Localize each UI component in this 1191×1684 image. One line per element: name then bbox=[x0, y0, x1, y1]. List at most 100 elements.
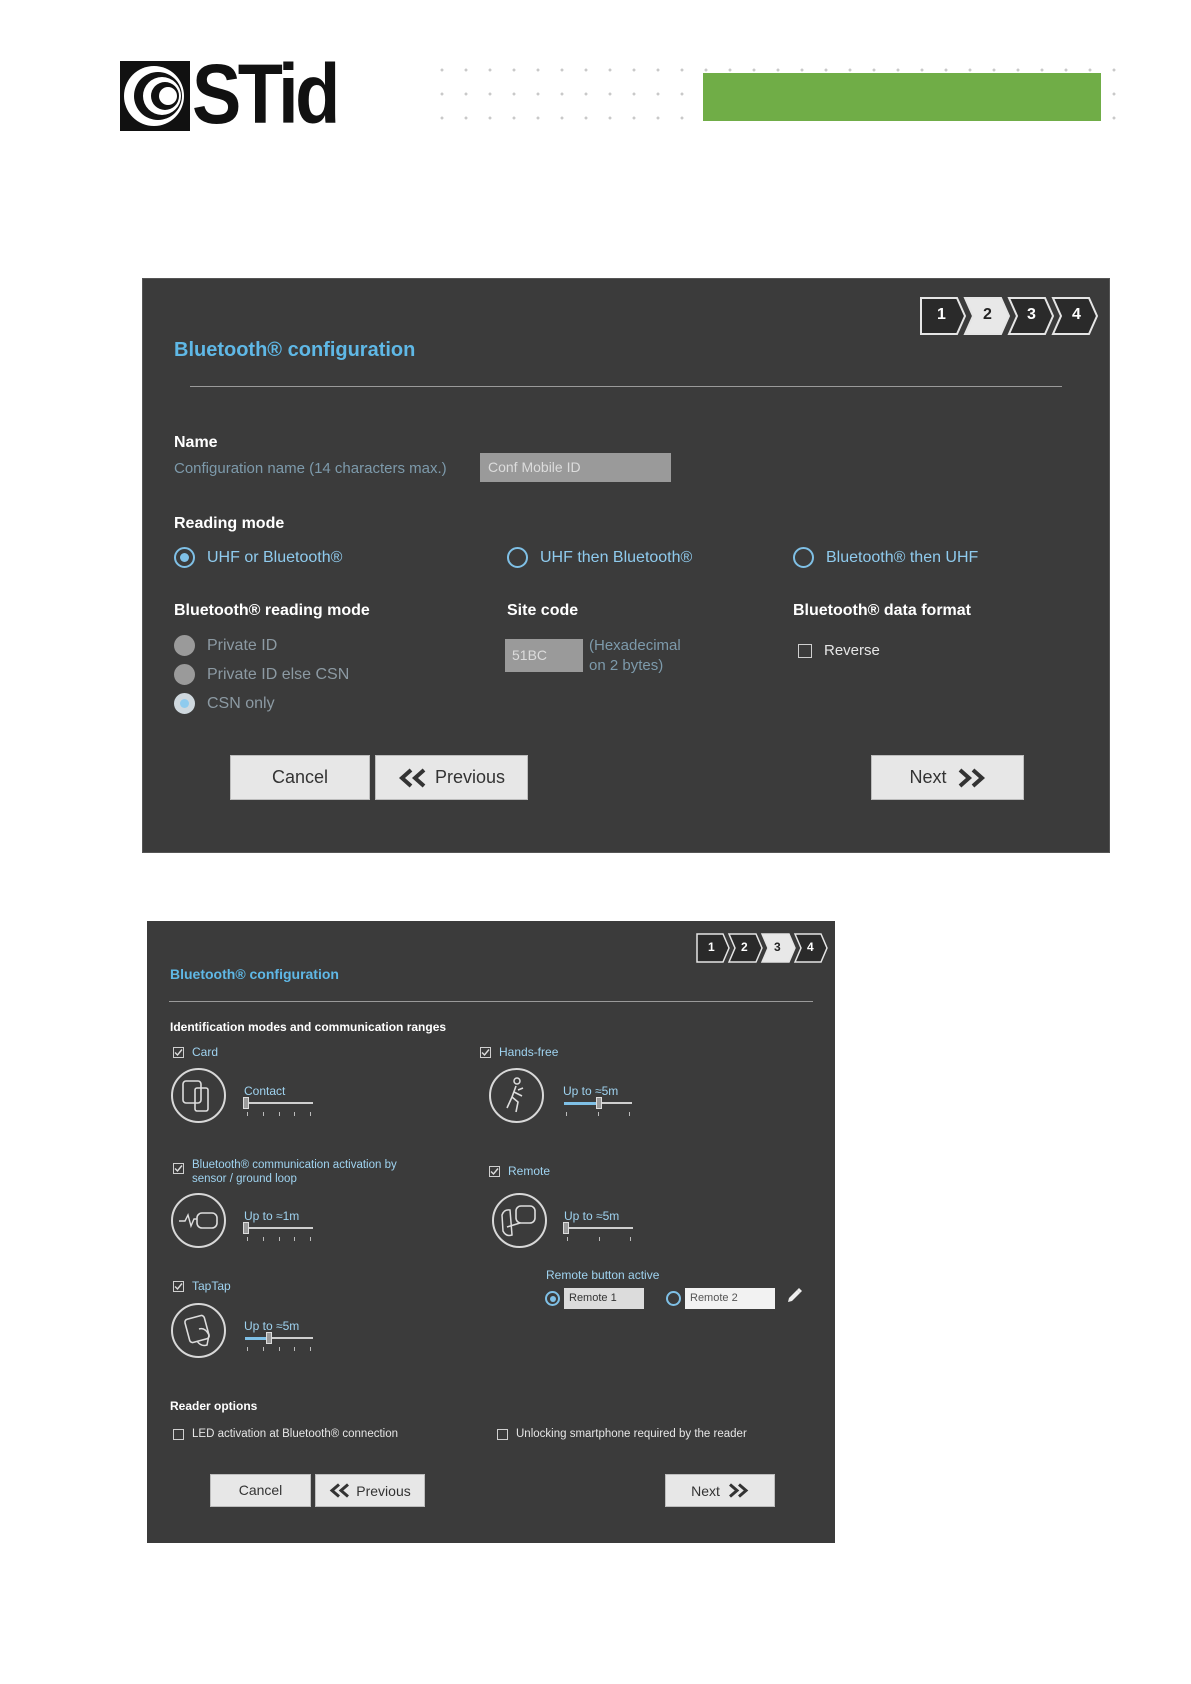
slider-thumb[interactable] bbox=[596, 1097, 602, 1109]
double-chevron-left-icon bbox=[329, 1483, 350, 1498]
sensor-range-slider[interactable] bbox=[243, 1222, 313, 1241]
previous-label: Previous bbox=[356, 1482, 411, 1499]
step-3-active[interactable]: 3 bbox=[774, 940, 781, 954]
divider bbox=[169, 1001, 813, 1002]
previous-button[interactable]: Previous bbox=[315, 1474, 425, 1507]
check-icon bbox=[490, 1167, 499, 1175]
slider-thumb[interactable] bbox=[243, 1097, 249, 1109]
next-label: Next bbox=[909, 767, 947, 787]
unlocking-smartphone-row[interactable]: Unlocking smartphone required by the rea… bbox=[497, 1428, 747, 1440]
divider bbox=[190, 386, 1062, 387]
radio-selected-icon[interactable] bbox=[545, 1291, 560, 1306]
step-3[interactable]: 3 bbox=[1027, 306, 1036, 324]
step-1[interactable]: 1 bbox=[937, 306, 946, 324]
name-label: Name bbox=[174, 434, 218, 451]
slider-ticks bbox=[564, 1112, 632, 1116]
reverse-checkbox[interactable] bbox=[798, 643, 812, 658]
remote-2-option[interactable]: Remote 2 bbox=[666, 1288, 775, 1309]
step-4[interactable]: 4 bbox=[1072, 306, 1081, 324]
bt-mode-private-id-label: Private ID bbox=[207, 636, 278, 654]
reverse-checkbox-row[interactable]: Reverse bbox=[798, 642, 880, 659]
bt-config-step2-panel: 1 2 3 4 Bluetooth® configuration Name Co… bbox=[142, 278, 1110, 853]
radio-icon[interactable] bbox=[666, 1291, 681, 1306]
unlocking-smartphone-checkbox[interactable] bbox=[497, 1428, 508, 1440]
next-button[interactable]: Next bbox=[871, 755, 1024, 800]
bt-mode-csn-only-label: CSN only bbox=[207, 694, 275, 712]
double-chevron-right-icon bbox=[958, 768, 985, 787]
check-icon bbox=[481, 1048, 490, 1056]
next-button[interactable]: Next bbox=[665, 1474, 775, 1507]
reading-mode-option-1-label: UHF or Bluetooth® bbox=[207, 548, 343, 566]
bt-mode-private-id-else-csn-label: Private ID else CSN bbox=[207, 665, 350, 683]
remote-range-slider[interactable] bbox=[563, 1222, 633, 1241]
panel-title: Bluetooth® configuration bbox=[170, 966, 339, 982]
config-name-input[interactable]: Conf Mobile ID bbox=[480, 453, 671, 482]
radio-disabled-icon[interactable] bbox=[174, 664, 195, 685]
step-2[interactable]: 2 bbox=[741, 940, 748, 954]
radio-disabled-selected-icon[interactable] bbox=[174, 693, 195, 714]
slider-track bbox=[245, 1337, 313, 1340]
handsfree-checkbox-checked[interactable] bbox=[480, 1046, 491, 1058]
bt-reading-mode-label: Bluetooth® reading mode bbox=[174, 602, 370, 619]
remote-2-input[interactable]: Remote 2 bbox=[685, 1288, 775, 1309]
pencil-edit-icon[interactable] bbox=[785, 1287, 803, 1310]
reading-mode-option-1[interactable]: UHF or Bluetooth® bbox=[174, 547, 342, 568]
taptap-range-slider[interactable] bbox=[245, 1332, 313, 1351]
double-chevron-left-icon bbox=[398, 768, 426, 787]
led-activation-checkbox[interactable] bbox=[173, 1428, 184, 1440]
radio-disabled-icon[interactable] bbox=[174, 635, 195, 656]
led-activation-row[interactable]: LED activation at Bluetooth® connection bbox=[173, 1428, 398, 1440]
site-code-hint: (Hexadecimal on 2 bytes) bbox=[589, 636, 681, 676]
slider-thumb[interactable] bbox=[563, 1222, 569, 1234]
bt-mode-private-id-else-csn[interactable]: Private ID else CSN bbox=[174, 664, 349, 685]
check-icon bbox=[174, 1048, 183, 1056]
name-hint: Configuration name (14 characters max.) bbox=[174, 460, 447, 477]
cancel-button[interactable]: Cancel bbox=[210, 1474, 311, 1507]
bt-mode-private-id[interactable]: Private ID bbox=[174, 635, 277, 656]
remote-checkbox-row[interactable]: Remote bbox=[489, 1164, 550, 1178]
check-icon bbox=[174, 1282, 183, 1290]
sensor-checkbox-row[interactable]: Bluetooth® communication activation by s… bbox=[173, 1158, 397, 1186]
previous-button[interactable]: Previous bbox=[375, 755, 528, 800]
site-code-hint-line1: (Hexadecimal bbox=[589, 637, 681, 654]
taptap-checkbox-checked[interactable] bbox=[173, 1280, 184, 1292]
reading-mode-option-3[interactable]: Bluetooth® then UHF bbox=[793, 547, 978, 568]
remote-checkbox-checked[interactable] bbox=[489, 1165, 500, 1177]
cancel-button[interactable]: Cancel bbox=[230, 755, 370, 800]
stid-logo: STid bbox=[118, 52, 358, 136]
handsfree-range-slider[interactable] bbox=[564, 1097, 632, 1116]
handsfree-checkbox-row[interactable]: Hands-free bbox=[480, 1045, 558, 1059]
step-2-active[interactable]: 2 bbox=[983, 306, 992, 324]
slider-ticks bbox=[565, 1237, 633, 1241]
step-4[interactable]: 4 bbox=[807, 940, 814, 954]
remote-1-input[interactable]: Remote 1 bbox=[564, 1288, 644, 1309]
step-1[interactable]: 1 bbox=[708, 940, 715, 954]
double-chevron-right-icon bbox=[728, 1483, 749, 1498]
slider-thumb[interactable] bbox=[243, 1222, 249, 1234]
bt-mode-csn-only[interactable]: CSN only bbox=[174, 693, 275, 714]
slider-ticks bbox=[245, 1112, 313, 1116]
remote-range-label: Up to ≈5m bbox=[564, 1209, 620, 1223]
site-code-input[interactable]: 51BC bbox=[505, 639, 583, 672]
slider-track bbox=[565, 1227, 633, 1229]
radio-icon[interactable] bbox=[507, 547, 528, 568]
reader-options-label: Reader options bbox=[170, 1399, 258, 1413]
handsfree-label: Hands-free bbox=[499, 1045, 559, 1059]
remote-1-option[interactable]: Remote 1 bbox=[545, 1288, 644, 1309]
header-accent-bar bbox=[703, 73, 1101, 121]
sensor-checkbox-checked[interactable] bbox=[173, 1163, 184, 1174]
card-range-label: Contact bbox=[244, 1084, 286, 1098]
slider-thumb[interactable] bbox=[266, 1332, 272, 1344]
radio-icon[interactable] bbox=[793, 547, 814, 568]
handsfree-range-label: Up to ≈5m bbox=[563, 1084, 619, 1098]
reverse-label: Reverse bbox=[824, 642, 880, 659]
radio-selected-icon[interactable] bbox=[174, 547, 195, 568]
card-checkbox-checked[interactable] bbox=[173, 1046, 184, 1058]
card-checkbox-row[interactable]: Card bbox=[173, 1045, 218, 1059]
taptap-range-label: Up to ≈5m bbox=[244, 1319, 300, 1333]
card-range-slider[interactable] bbox=[243, 1097, 313, 1116]
taptap-label: TapTap bbox=[192, 1279, 231, 1293]
reading-mode-option-2[interactable]: UHF then Bluetooth® bbox=[507, 547, 692, 568]
taptap-checkbox-row[interactable]: TapTap bbox=[173, 1279, 231, 1293]
panel-title: Bluetooth® configuration bbox=[174, 339, 416, 361]
